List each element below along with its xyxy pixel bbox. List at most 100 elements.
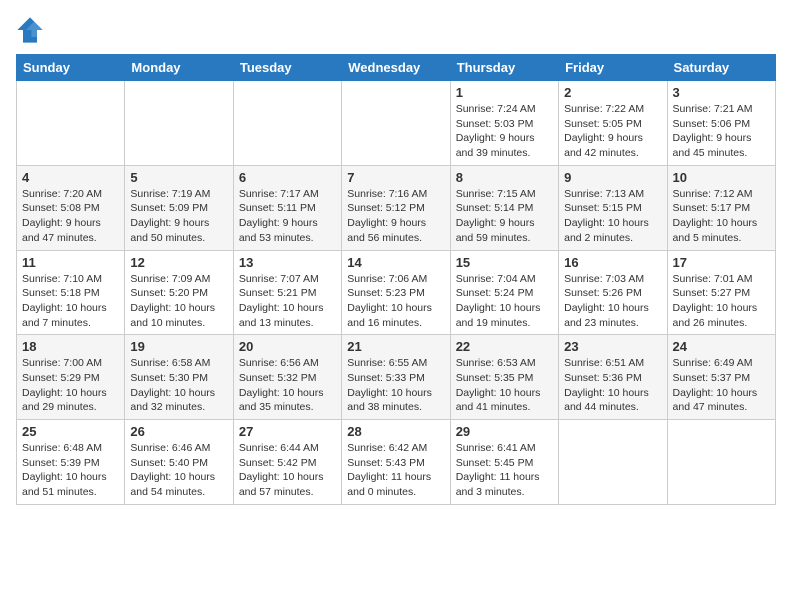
calendar-cell: 27 Sunrise: 6:44 AM Sunset: 5:42 PM Dayli… bbox=[233, 420, 341, 505]
day-info: Sunrise: 7:20 AM Sunset: 5:08 PM Dayligh… bbox=[22, 187, 119, 246]
day-info: Sunrise: 6:48 AM Sunset: 5:39 PM Dayligh… bbox=[22, 441, 119, 500]
day-info: Sunrise: 7:16 AM Sunset: 5:12 PM Dayligh… bbox=[347, 187, 444, 246]
calendar-cell bbox=[17, 81, 125, 166]
day-number: 14 bbox=[347, 255, 444, 270]
calendar-cell: 8 Sunrise: 7:15 AM Sunset: 5:14 PM Daylig… bbox=[450, 165, 558, 250]
logo-icon bbox=[16, 16, 44, 44]
day-number: 23 bbox=[564, 339, 661, 354]
calendar-table: SundayMondayTuesdayWednesdayThursdayFrid… bbox=[16, 54, 776, 505]
day-number: 13 bbox=[239, 255, 336, 270]
calendar-cell: 18Sunrise: 7:00 AM Sunset: 5:29 PM Dayli… bbox=[17, 335, 125, 420]
day-info: Sunrise: 7:03 AM Sunset: 5:26 PM Dayligh… bbox=[564, 272, 661, 331]
day-number: 25 bbox=[22, 424, 119, 439]
day-info: Sunrise: 6:41 AM Sunset: 5:45 PM Dayligh… bbox=[456, 441, 553, 500]
weekday-header-saturday: Saturday bbox=[667, 55, 775, 81]
weekday-header-row: SundayMondayTuesdayWednesdayThursdayFrid… bbox=[17, 55, 776, 81]
day-info: Sunrise: 7:06 AM Sunset: 5:23 PM Dayligh… bbox=[347, 272, 444, 331]
day-info: Sunrise: 7:24 AM Sunset: 5:03 PM Dayligh… bbox=[456, 102, 553, 161]
day-info: Sunrise: 6:49 AM Sunset: 5:37 PM Dayligh… bbox=[673, 356, 770, 415]
day-info: Sunrise: 6:55 AM Sunset: 5:33 PM Dayligh… bbox=[347, 356, 444, 415]
calendar-cell bbox=[233, 81, 341, 166]
day-number: 15 bbox=[456, 255, 553, 270]
calendar-cell: 9 Sunrise: 7:13 AM Sunset: 5:15 PM Daylig… bbox=[559, 165, 667, 250]
calendar-cell: 15 Sunrise: 7:04 AM Sunset: 5:24 PM Dayli… bbox=[450, 250, 558, 335]
day-info: Sunrise: 7:04 AM Sunset: 5:24 PM Dayligh… bbox=[456, 272, 553, 331]
calendar-cell: 25 Sunrise: 6:48 AM Sunset: 5:39 PM Dayli… bbox=[17, 420, 125, 505]
weekday-header-thursday: Thursday bbox=[450, 55, 558, 81]
calendar-cell: 22Sunrise: 6:53 AM Sunset: 5:35 PM Dayli… bbox=[450, 335, 558, 420]
calendar-cell: 19Sunrise: 6:58 AM Sunset: 5:30 PM Dayli… bbox=[125, 335, 233, 420]
day-info: Sunrise: 7:12 AM Sunset: 5:17 PM Dayligh… bbox=[673, 187, 770, 246]
day-number: 11 bbox=[22, 255, 119, 270]
calendar-week-row: 1 Sunrise: 7:24 AM Sunset: 5:03 PM Daylig… bbox=[17, 81, 776, 166]
day-number: 3 bbox=[673, 85, 770, 100]
calendar-cell: 29 Sunrise: 6:41 AM Sunset: 5:45 PM Dayli… bbox=[450, 420, 558, 505]
day-info: Sunrise: 7:17 AM Sunset: 5:11 PM Dayligh… bbox=[239, 187, 336, 246]
day-info: Sunrise: 6:44 AM Sunset: 5:42 PM Dayligh… bbox=[239, 441, 336, 500]
weekday-header-friday: Friday bbox=[559, 55, 667, 81]
calendar-cell: 23 Sunrise: 6:51 AM Sunset: 5:36 PM Dayli… bbox=[559, 335, 667, 420]
day-number: 24 bbox=[673, 339, 770, 354]
day-number: 12 bbox=[130, 255, 227, 270]
calendar-cell: 6 Sunrise: 7:17 AM Sunset: 5:11 PM Daylig… bbox=[233, 165, 341, 250]
logo bbox=[16, 16, 48, 44]
day-number: 10 bbox=[673, 170, 770, 185]
calendar-cell bbox=[559, 420, 667, 505]
calendar-cell: 16Sunrise: 7:03 AM Sunset: 5:26 PM Dayli… bbox=[559, 250, 667, 335]
day-info: Sunrise: 7:19 AM Sunset: 5:09 PM Dayligh… bbox=[130, 187, 227, 246]
day-info: Sunrise: 7:00 AM Sunset: 5:29 PM Dayligh… bbox=[22, 356, 119, 415]
day-number: 8 bbox=[456, 170, 553, 185]
day-info: Sunrise: 7:21 AM Sunset: 5:06 PM Dayligh… bbox=[673, 102, 770, 161]
weekday-header-monday: Monday bbox=[125, 55, 233, 81]
day-number: 9 bbox=[564, 170, 661, 185]
header bbox=[16, 16, 776, 44]
calendar-cell: 2 Sunrise: 7:22 AM Sunset: 5:05 PM Daylig… bbox=[559, 81, 667, 166]
day-info: Sunrise: 6:46 AM Sunset: 5:40 PM Dayligh… bbox=[130, 441, 227, 500]
day-number: 7 bbox=[347, 170, 444, 185]
calendar-cell bbox=[342, 81, 450, 166]
calendar-cell: 3 Sunrise: 7:21 AM Sunset: 5:06 PM Daylig… bbox=[667, 81, 775, 166]
day-info: Sunrise: 6:42 AM Sunset: 5:43 PM Dayligh… bbox=[347, 441, 444, 500]
day-info: Sunrise: 7:13 AM Sunset: 5:15 PM Dayligh… bbox=[564, 187, 661, 246]
day-number: 2 bbox=[564, 85, 661, 100]
calendar-cell: 17 Sunrise: 7:01 AM Sunset: 5:27 PM Dayli… bbox=[667, 250, 775, 335]
calendar-week-row: 4 Sunrise: 7:20 AM Sunset: 5:08 PM Daylig… bbox=[17, 165, 776, 250]
calendar-cell: 21 Sunrise: 6:55 AM Sunset: 5:33 PM Dayli… bbox=[342, 335, 450, 420]
calendar-cell: 24 Sunrise: 6:49 AM Sunset: 5:37 PM Dayli… bbox=[667, 335, 775, 420]
day-number: 20 bbox=[239, 339, 336, 354]
weekday-header-tuesday: Tuesday bbox=[233, 55, 341, 81]
day-number: 6 bbox=[239, 170, 336, 185]
day-info: Sunrise: 7:07 AM Sunset: 5:21 PM Dayligh… bbox=[239, 272, 336, 331]
day-info: Sunrise: 6:51 AM Sunset: 5:36 PM Dayligh… bbox=[564, 356, 661, 415]
weekday-header-wednesday: Wednesday bbox=[342, 55, 450, 81]
day-number: 21 bbox=[347, 339, 444, 354]
day-info: Sunrise: 7:15 AM Sunset: 5:14 PM Dayligh… bbox=[456, 187, 553, 246]
calendar-cell: 7 Sunrise: 7:16 AM Sunset: 5:12 PM Daylig… bbox=[342, 165, 450, 250]
day-number: 17 bbox=[673, 255, 770, 270]
day-info: Sunrise: 7:10 AM Sunset: 5:18 PM Dayligh… bbox=[22, 272, 119, 331]
day-info: Sunrise: 6:58 AM Sunset: 5:30 PM Dayligh… bbox=[130, 356, 227, 415]
day-number: 28 bbox=[347, 424, 444, 439]
calendar-cell: 13 Sunrise: 7:07 AM Sunset: 5:21 PM Dayli… bbox=[233, 250, 341, 335]
calendar-cell: 20 Sunrise: 6:56 AM Sunset: 5:32 PM Dayli… bbox=[233, 335, 341, 420]
calendar-week-row: 11 Sunrise: 7:10 AM Sunset: 5:18 PM Dayli… bbox=[17, 250, 776, 335]
calendar-cell: 4 Sunrise: 7:20 AM Sunset: 5:08 PM Daylig… bbox=[17, 165, 125, 250]
day-number: 4 bbox=[22, 170, 119, 185]
day-number: 22 bbox=[456, 339, 553, 354]
calendar-cell: 14 Sunrise: 7:06 AM Sunset: 5:23 PM Dayli… bbox=[342, 250, 450, 335]
day-number: 1 bbox=[456, 85, 553, 100]
day-info: Sunrise: 7:01 AM Sunset: 5:27 PM Dayligh… bbox=[673, 272, 770, 331]
day-info: Sunrise: 7:09 AM Sunset: 5:20 PM Dayligh… bbox=[130, 272, 227, 331]
day-number: 5 bbox=[130, 170, 227, 185]
weekday-header-sunday: Sunday bbox=[17, 55, 125, 81]
day-number: 27 bbox=[239, 424, 336, 439]
day-info: Sunrise: 7:22 AM Sunset: 5:05 PM Dayligh… bbox=[564, 102, 661, 161]
day-info: Sunrise: 6:56 AM Sunset: 5:32 PM Dayligh… bbox=[239, 356, 336, 415]
calendar-cell: 10 Sunrise: 7:12 AM Sunset: 5:17 PM Dayli… bbox=[667, 165, 775, 250]
day-number: 29 bbox=[456, 424, 553, 439]
calendar-cell bbox=[667, 420, 775, 505]
calendar-week-row: 18Sunrise: 7:00 AM Sunset: 5:29 PM Dayli… bbox=[17, 335, 776, 420]
calendar-cell bbox=[125, 81, 233, 166]
calendar-cell: 12 Sunrise: 7:09 AM Sunset: 5:20 PM Dayli… bbox=[125, 250, 233, 335]
calendar-cell: 5 Sunrise: 7:19 AM Sunset: 5:09 PM Daylig… bbox=[125, 165, 233, 250]
